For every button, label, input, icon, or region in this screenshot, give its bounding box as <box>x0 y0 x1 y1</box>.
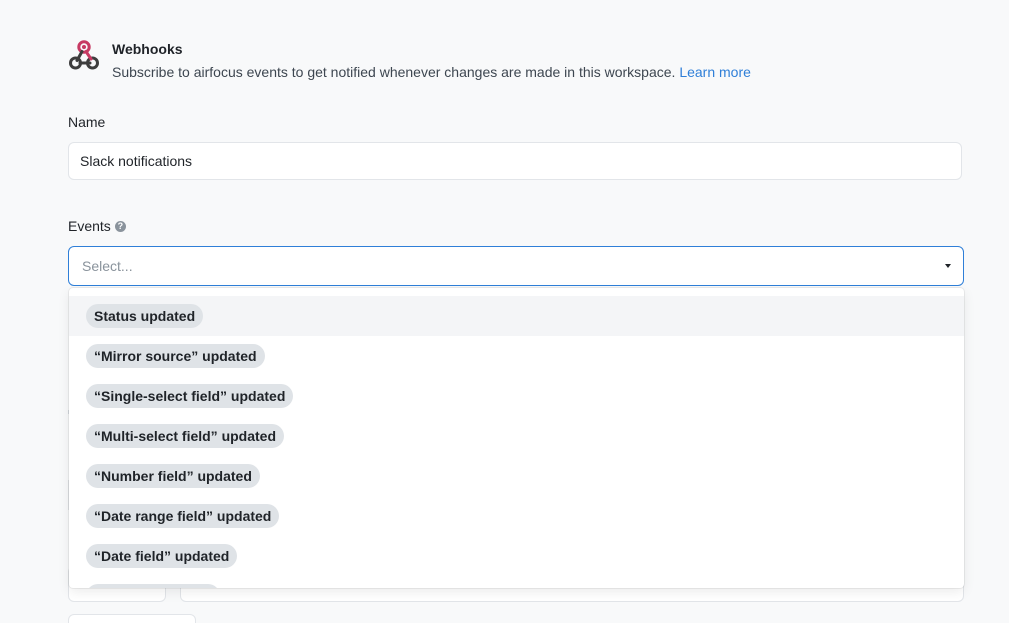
events-option[interactable]: “Mirror source” updated <box>69 336 964 376</box>
chevron-down-icon[interactable] <box>945 264 951 268</box>
webhooks-header: Webhooks Subscribe to airfocus events to… <box>68 38 751 84</box>
events-option[interactable]: “Single-select field” updated <box>69 376 964 416</box>
event-chip: “Mirror source” updated <box>86 344 265 368</box>
event-chip: Status updated <box>86 304 204 328</box>
events-select-placeholder: Select... <box>82 258 133 274</box>
event-chip: “Date range field” updated <box>86 504 280 528</box>
events-option[interactable]: Status updated <box>69 296 964 336</box>
name-label: Name <box>68 114 106 130</box>
webhook-settings-page: Webhooks Subscribe to airfocus events to… <box>0 0 1009 623</box>
page-title: Webhooks <box>112 41 183 57</box>
events-option-partial[interactable] <box>69 576 964 588</box>
webhook-icon <box>69 40 99 70</box>
event-chip: “Multi-select field” updated <box>86 424 285 448</box>
name-input[interactable] <box>68 142 962 180</box>
event-chip: “Number field” updated <box>86 464 260 488</box>
events-select[interactable]: Select... <box>68 246 964 286</box>
events-label-row: Events ? <box>68 217 126 235</box>
events-option[interactable]: “Date range field” updated <box>69 496 964 536</box>
event-chip: “Date field” updated <box>86 544 238 568</box>
event-chip-partial <box>86 584 220 588</box>
event-chip: “Single-select field” updated <box>86 384 294 408</box>
events-dropdown-menu: Status updated “Mirror source” updated “… <box>69 288 964 588</box>
page-description: Subscribe to airfocus events to get noti… <box>112 60 751 84</box>
events-option[interactable]: “Multi-select field” updated <box>69 416 964 456</box>
learn-more-link[interactable]: Learn more <box>679 64 751 80</box>
events-option[interactable]: “Number field” updated <box>69 456 964 496</box>
events-options-list: Status updated “Mirror source” updated “… <box>69 296 964 588</box>
events-option[interactable]: “Date field” updated <box>69 536 964 576</box>
background-button[interactable] <box>68 614 196 623</box>
events-label: Events <box>68 218 111 234</box>
description-text: Subscribe to airfocus events to get noti… <box>112 64 676 80</box>
question-circle-icon[interactable]: ? <box>114 220 126 232</box>
